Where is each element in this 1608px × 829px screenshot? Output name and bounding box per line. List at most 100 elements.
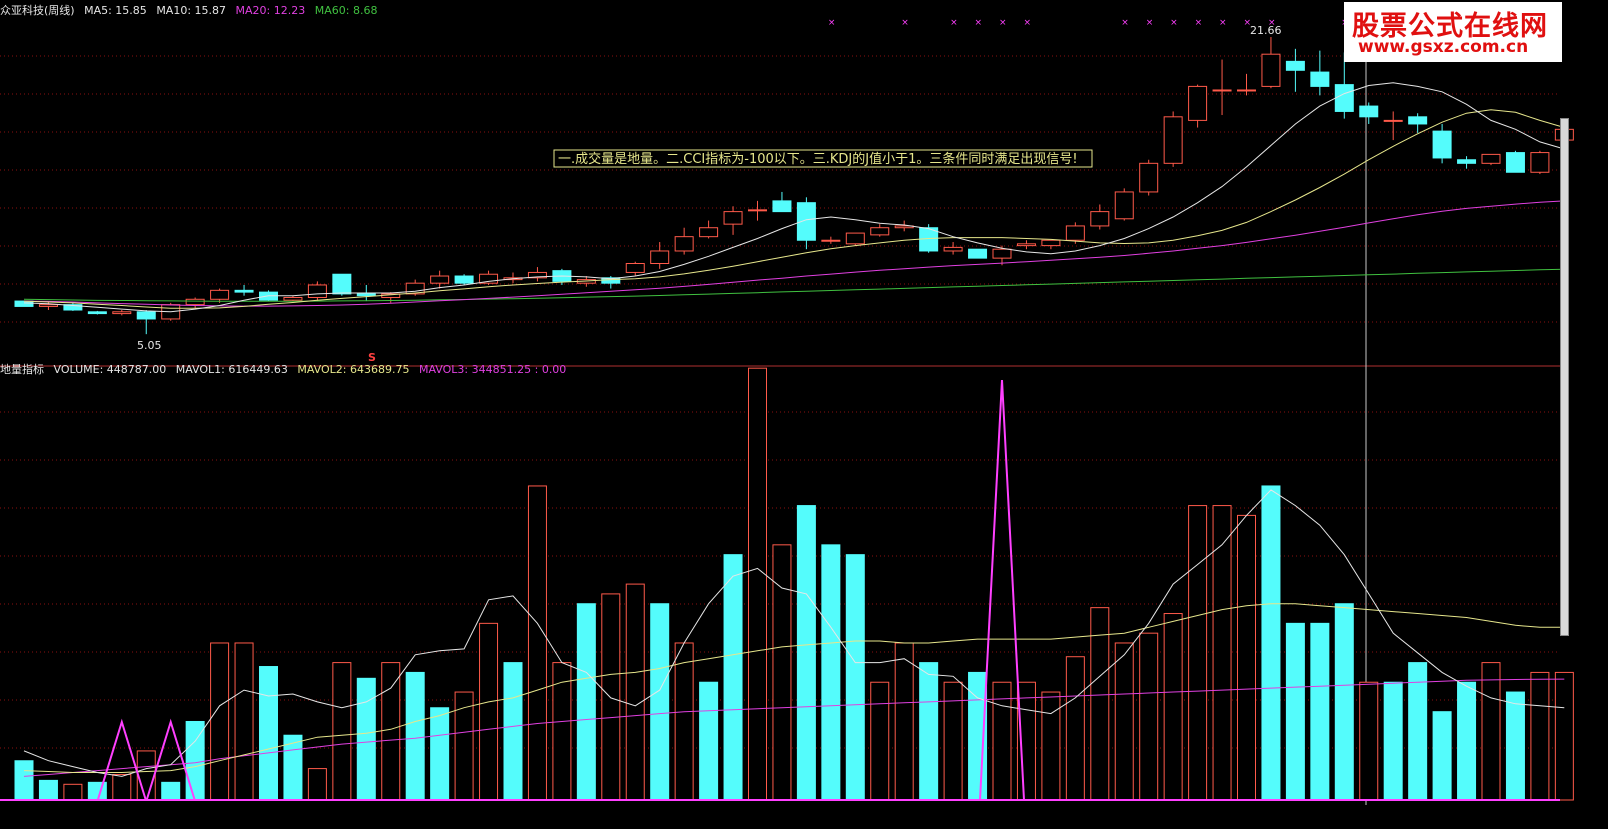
volume-bar-down — [405, 671, 425, 801]
vertical-scrollbar[interactable] — [1560, 118, 1569, 636]
cross-marker: × — [1170, 18, 1178, 28]
volume-bar-up — [479, 622, 499, 801]
candle-body-down — [14, 300, 34, 307]
moving-average-lines — [23, 82, 1565, 313]
volume-bar-up — [601, 593, 621, 801]
candle-body-up — [38, 304, 58, 307]
volume-bar-up — [1090, 607, 1110, 801]
stock-title[interactable]: 众亚科技(周线) — [0, 4, 75, 17]
volume-bar-up — [674, 642, 694, 801]
volume-bar-up — [1237, 514, 1256, 801]
candle-body-down — [1310, 71, 1330, 87]
candle — [968, 248, 988, 259]
volume-bar-down — [1408, 662, 1428, 801]
stock-chart[interactable]: ×××××××××××××× 一.成交量是地量。二.CCI指标为-100以下。三… — [0, 0, 1608, 829]
volume-bar-up — [527, 485, 547, 801]
candle-body-up — [1016, 243, 1036, 247]
candle — [1359, 102, 1379, 124]
candle-body-up — [1530, 152, 1550, 173]
volume-bar-down — [796, 505, 816, 801]
candle-body-up — [943, 246, 963, 252]
volume-bar-up — [625, 583, 645, 801]
candle — [699, 220, 719, 239]
candle-body-up — [650, 250, 670, 265]
candle — [454, 274, 474, 285]
candle — [845, 232, 865, 246]
volume-bar-down — [161, 781, 181, 801]
annotation-text: 一.成交量是地量。二.CCI指标为-100以下。三.KDJ的J值小于1。三条件同… — [558, 151, 1078, 167]
volume-bar-up — [1139, 632, 1159, 801]
candle — [1163, 111, 1183, 167]
volume-series — [14, 367, 1574, 801]
volume-bar-down — [1457, 681, 1477, 801]
candle-body-up — [1237, 89, 1256, 92]
ma5-value: MA5: 15.85 — [84, 4, 147, 17]
candle-body-up — [307, 284, 327, 298]
candle-body-up — [1261, 53, 1281, 87]
volume-bar-down — [821, 544, 841, 801]
candle — [1114, 188, 1134, 221]
volume-bar-down — [1310, 622, 1330, 801]
volume-bar-up — [210, 642, 230, 801]
volume-bar-up — [454, 691, 474, 801]
mavol1-line — [23, 489, 1565, 777]
candle-body-down — [136, 311, 156, 320]
volume-bar-down — [723, 554, 743, 801]
candle-body-up — [210, 289, 230, 300]
candle-body-down — [234, 289, 254, 293]
candle-body-up — [1383, 119, 1403, 122]
candle — [234, 284, 254, 296]
volume-bar-down — [87, 781, 107, 801]
mavol2-value: MAVOL2: 643689.75 — [297, 363, 410, 376]
volume-bar-up — [1481, 662, 1501, 801]
volume-bar-up — [112, 773, 132, 801]
candle-body-up — [1212, 89, 1232, 92]
candle — [821, 236, 841, 244]
candle — [748, 200, 767, 221]
candle — [870, 224, 890, 237]
cross-marker: × — [950, 18, 958, 28]
cross-marker: × — [901, 18, 909, 28]
candle — [650, 242, 670, 269]
volume-bar-up — [894, 642, 914, 801]
candle-body-up — [699, 227, 719, 238]
candle-body-up — [185, 298, 205, 306]
volume-bar-down — [1432, 711, 1452, 801]
candle — [723, 206, 743, 235]
candle-body-down — [968, 248, 988, 259]
candle — [1481, 153, 1501, 166]
volume-bar-down — [1261, 485, 1281, 801]
candle — [381, 292, 401, 303]
candlestick-series — [14, 37, 1574, 335]
low-price-label: 5.05 — [137, 339, 162, 352]
volume-bar-up — [870, 681, 890, 801]
candle-body-up — [674, 236, 694, 252]
volume-bar-down — [1383, 681, 1403, 801]
high-price-label: 21.66 — [1250, 24, 1282, 37]
candle — [1041, 239, 1061, 250]
volume-bar-up — [992, 681, 1012, 801]
candle — [63, 302, 83, 311]
candle-body-up — [1481, 153, 1501, 164]
volume-bar-up — [381, 662, 401, 801]
cross-marker: × — [975, 18, 983, 28]
candle-body-up — [845, 232, 865, 245]
candle — [772, 191, 792, 213]
volume-bar-up — [307, 768, 327, 801]
volume-bar-up — [1065, 656, 1085, 801]
candle-body-up — [1139, 162, 1159, 193]
ma10-value: MA10: 15.87 — [156, 4, 227, 17]
volume-bar-up — [1188, 505, 1208, 801]
candle-body-down — [1505, 152, 1525, 173]
candle-body-down — [1334, 84, 1354, 112]
volume-bar-up — [552, 662, 572, 801]
candle — [185, 297, 205, 309]
volume-indicator-header: 地量指标 VOLUME: 448787.00 MAVOL1: 616449.63… — [0, 363, 572, 377]
candle-body-down — [1359, 105, 1379, 118]
candle — [527, 267, 547, 282]
candle — [1408, 113, 1428, 133]
volume-indicator-name[interactable]: 地量指标 — [0, 363, 44, 376]
cross-marker: × — [1146, 18, 1154, 28]
cross-marker: × — [828, 18, 836, 28]
volume-bar-down — [1505, 691, 1525, 801]
